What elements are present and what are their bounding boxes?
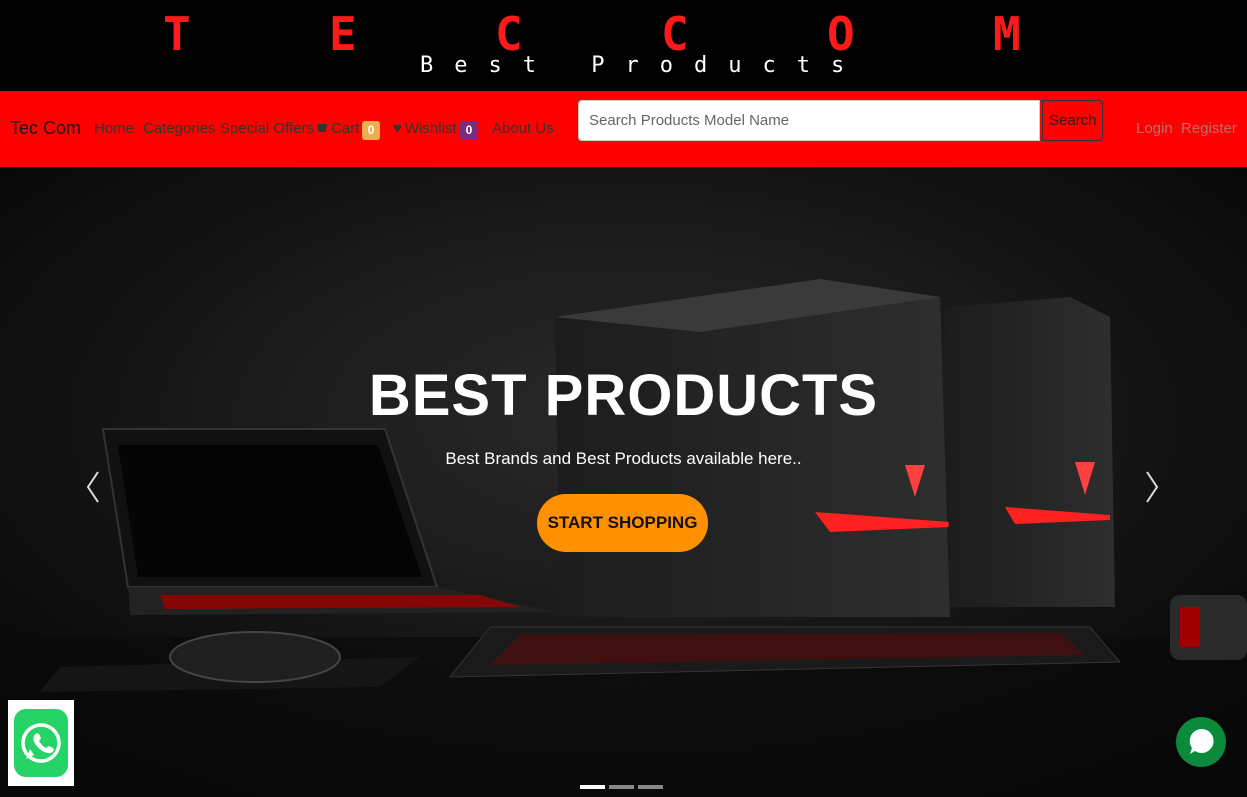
carousel-indicator[interactable]: [580, 785, 605, 789]
hero-title: BEST PRODUCTS: [368, 363, 879, 428]
nav-categories[interactable]: Categories: [143, 120, 216, 137]
carousel-indicators: [580, 776, 667, 789]
chevron-right-icon: [1146, 471, 1159, 503]
hero-carousel: BEST PRODUCTS Best Brands and Best Produ…: [0, 167, 1247, 797]
tagline: Best Products: [420, 53, 866, 78]
hero-background-image: [0, 167, 1247, 797]
carousel-indicator[interactable]: [638, 785, 663, 789]
search-button[interactable]: Search: [1042, 100, 1103, 141]
brand-link[interactable]: Tec Com: [10, 118, 81, 139]
nav-special-offers[interactable]: Special Offers: [220, 120, 314, 137]
nav-cart[interactable]: Cart: [317, 120, 359, 137]
register-link[interactable]: Register: [1181, 120, 1237, 137]
chat-bubble-icon: [1176, 717, 1226, 767]
cart-icon: [317, 124, 327, 132]
carousel-prev-button[interactable]: [83, 467, 103, 507]
logo-letter: E: [329, 7, 357, 61]
whatsapp-icon: [14, 709, 68, 777]
nav-cart-label: Cart: [331, 120, 360, 137]
chat-widget[interactable]: [1176, 710, 1226, 774]
search-input[interactable]: [578, 100, 1040, 141]
logo-letter: T: [163, 7, 191, 61]
wishlist-count-badge: 0: [460, 121, 478, 140]
logo-letter: M: [993, 7, 1021, 61]
chevron-left-icon: [86, 471, 99, 503]
hero-subtitle: Best Brands and Best Products available …: [445, 449, 802, 468]
nav-wishlist[interactable]: ♥ Wishlist: [393, 120, 457, 137]
carousel-next-button[interactable]: [1142, 467, 1162, 507]
login-link[interactable]: Login: [1136, 120, 1173, 137]
whatsapp-widget[interactable]: [8, 700, 74, 786]
nav-home[interactable]: Home: [94, 120, 134, 137]
top-banner: T E C C O M Best Products: [0, 0, 1247, 91]
nav-wishlist-label: Wishlist: [404, 120, 457, 137]
carousel-indicator[interactable]: [609, 785, 634, 789]
heart-icon: ♥: [393, 120, 402, 137]
cart-count-badge: 0: [362, 121, 380, 140]
nav-about-us[interactable]: About Us: [492, 120, 554, 137]
start-shopping-button[interactable]: START SHOPPING: [537, 494, 708, 552]
